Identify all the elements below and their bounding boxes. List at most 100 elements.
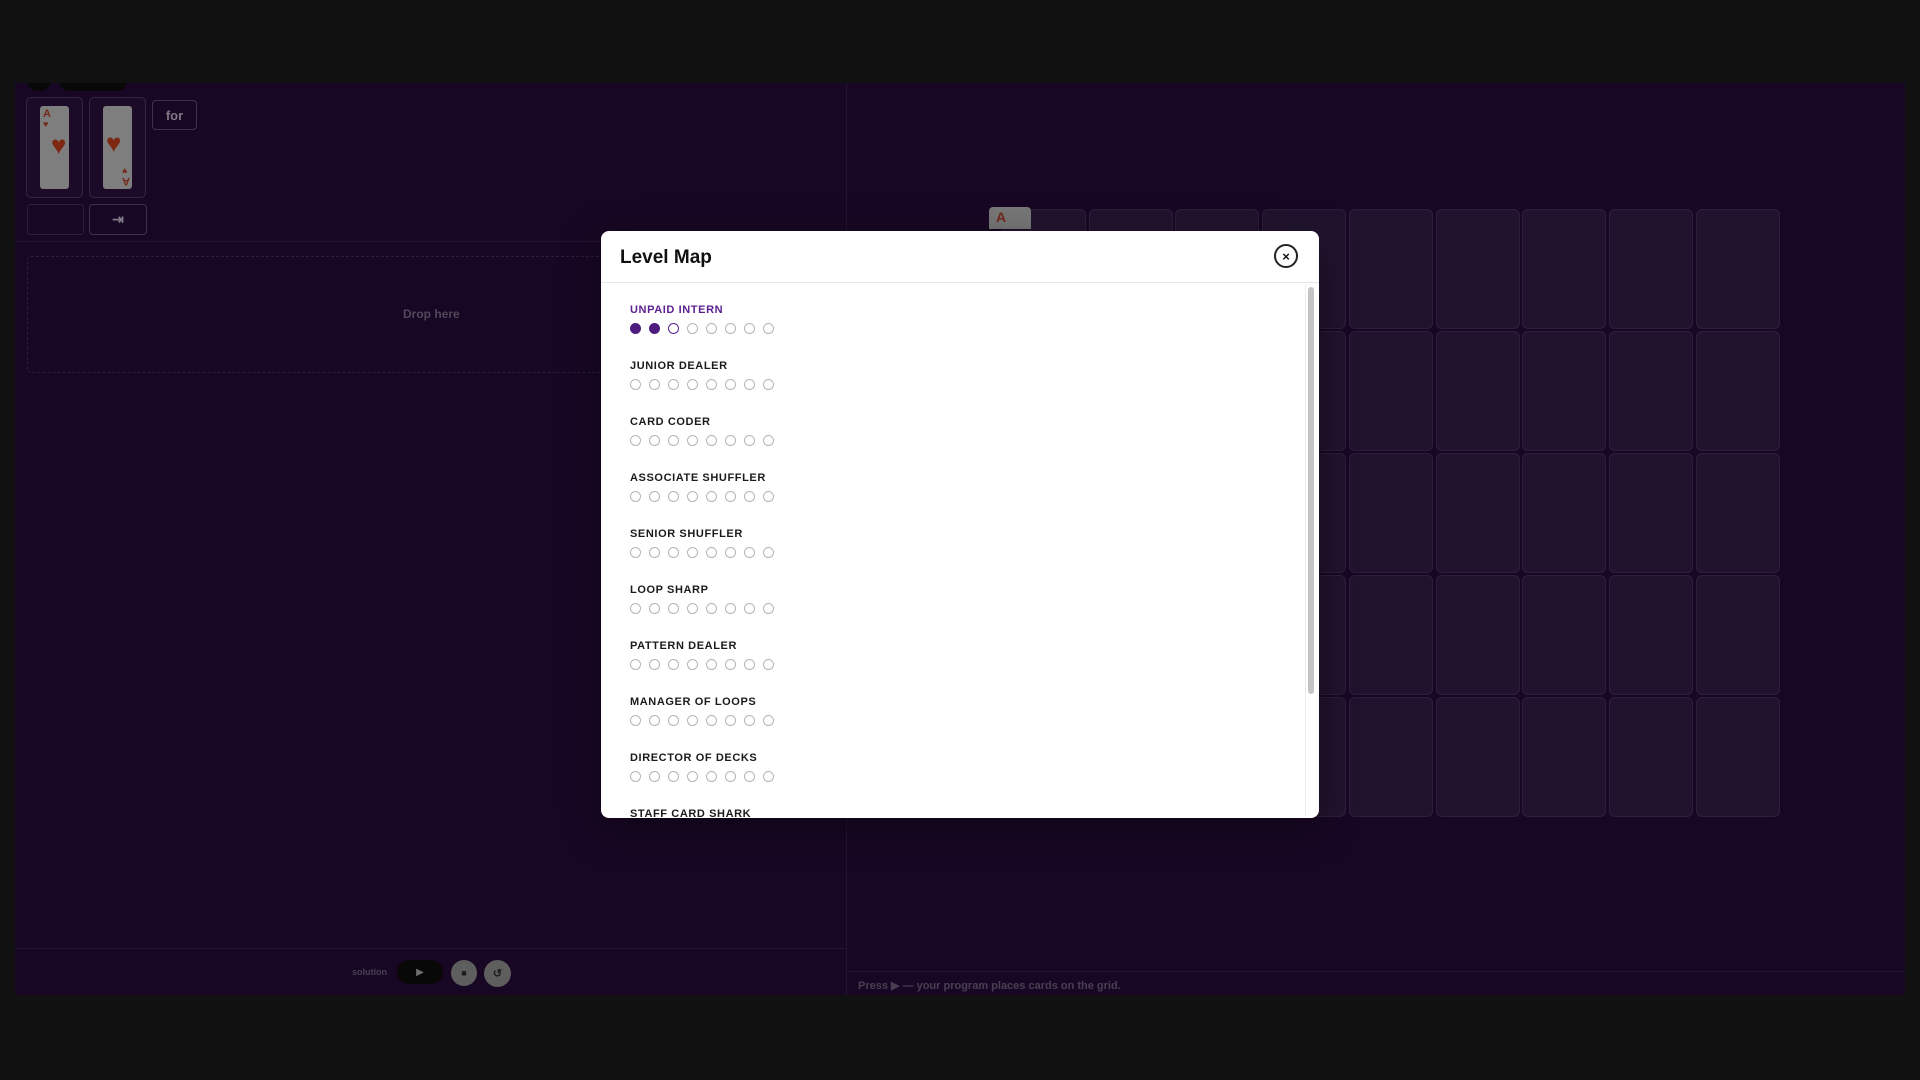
level-row: MANAGER OF LOOPS [630,695,782,730]
level-step-dot[interactable] [687,323,698,334]
modal-header: Level Map × [601,231,1319,283]
level-step-dot[interactable] [706,323,717,334]
level-step-dot[interactable] [630,771,641,782]
level-progress [630,771,782,786]
level-step-dot[interactable] [630,491,641,502]
level-step-dot[interactable] [630,435,641,446]
level-step-dot[interactable] [763,547,774,558]
level-row: PATTERN DEALER [630,639,782,674]
level-step-dot[interactable] [630,379,641,390]
level-name: ASSOCIATE SHUFFLER [630,472,766,484]
level-step-dot[interactable] [630,659,641,670]
level-step-dot[interactable] [725,715,736,726]
modal-title: Level Map [620,247,712,268]
level-progress [630,603,782,618]
level-step-dot[interactable] [744,323,755,334]
level-row: LOOP SHARP [630,583,782,618]
level-step-dot[interactable] [687,659,698,670]
level-step-dot[interactable] [725,435,736,446]
level-step-dot[interactable] [744,491,755,502]
level-step-dot[interactable] [630,547,641,558]
level-step-dot[interactable] [725,771,736,782]
level-row: ASSOCIATE SHUFFLER [630,471,782,506]
level-list: UNPAID INTERN JUNIOR DEALER CARD CODER ASSO… [601,283,1319,818]
level-name: SENIOR SHUFFLER [630,528,743,540]
level-step-dot[interactable] [744,435,755,446]
level-step-dot[interactable] [668,771,679,782]
level-step-dot[interactable] [649,435,660,446]
level-step-dot[interactable] [706,771,717,782]
level-name: DIRECTOR OF DECKS [630,752,758,764]
level-name: MANAGER OF LOOPS [630,696,757,708]
level-step-dot[interactable] [630,715,641,726]
level-step-dot[interactable] [668,547,679,558]
level-step-dot[interactable] [649,715,660,726]
level-progress [630,491,782,506]
level-name: STAFF CARD SHARK [630,808,752,818]
level-name: JUNIOR DEALER [630,360,728,372]
level-step-dot[interactable] [668,715,679,726]
level-step-dot[interactable] [725,379,736,390]
level-step-dot[interactable] [706,659,717,670]
level-step-dot[interactable] [763,491,774,502]
level-step-dot[interactable] [725,491,736,502]
close-button[interactable]: × [1274,244,1298,268]
level-step-dot[interactable] [668,659,679,670]
level-step-dot[interactable] [687,715,698,726]
level-step-dot[interactable] [668,491,679,502]
level-step-dot[interactable] [706,715,717,726]
level-step-dot[interactable] [706,435,717,446]
level-step-dot[interactable] [668,435,679,446]
level-step-dot[interactable] [649,659,660,670]
level-step-dot[interactable] [744,771,755,782]
level-step-dot[interactable] [668,603,679,614]
level-step-dot[interactable] [668,379,679,390]
level-name: CARD CODER [630,416,711,428]
level-row: CARD CODER [630,415,782,450]
level-step-dot[interactable] [649,603,660,614]
level-step-dot[interactable] [649,771,660,782]
level-step-dot[interactable] [687,771,698,782]
level-row: DIRECTOR OF DECKS [630,751,782,786]
level-step-dot[interactable] [763,379,774,390]
level-step-dot[interactable] [763,771,774,782]
level-step-dot[interactable] [744,715,755,726]
scrollbar-thumb[interactable] [1308,287,1314,694]
level-row: SENIOR SHUFFLER [630,527,782,562]
level-step-dot[interactable] [706,603,717,614]
level-row: JUNIOR DEALER [630,359,782,394]
level-step-dot[interactable] [744,659,755,670]
level-step-dot[interactable] [687,603,698,614]
level-progress [630,715,782,730]
level-step-dot[interactable] [649,491,660,502]
level-progress [630,659,782,674]
level-step-dot[interactable] [706,547,717,558]
level-step-dot[interactable] [763,323,774,334]
level-step-dot[interactable] [763,659,774,670]
level-step-dot[interactable] [744,379,755,390]
level-step-dot[interactable] [630,603,641,614]
level-step-dot[interactable] [763,435,774,446]
level-step-dot[interactable] [630,323,641,334]
level-step-dot[interactable] [687,435,698,446]
level-step-dot[interactable] [687,379,698,390]
level-step-dot[interactable] [744,603,755,614]
level-step-dot[interactable] [725,659,736,670]
level-step-dot[interactable] [725,547,736,558]
level-step-dot[interactable] [763,715,774,726]
level-step-dot[interactable] [687,491,698,502]
level-step-dot[interactable] [744,547,755,558]
level-progress [630,379,782,394]
level-step-dot[interactable] [668,323,679,334]
level-step-dot[interactable] [725,603,736,614]
level-step-dot[interactable] [725,323,736,334]
level-step-dot[interactable] [649,379,660,390]
level-step-dot[interactable] [649,323,660,334]
level-step-dot[interactable] [687,547,698,558]
level-step-dot[interactable] [763,603,774,614]
level-step-dot[interactable] [706,379,717,390]
level-row: STAFF CARD SHARK [630,807,782,818]
level-step-dot[interactable] [706,491,717,502]
level-step-dot[interactable] [649,547,660,558]
level-map-modal: Level Map × UNPAID INTERN JUNIOR DEALER CA… [601,231,1319,818]
